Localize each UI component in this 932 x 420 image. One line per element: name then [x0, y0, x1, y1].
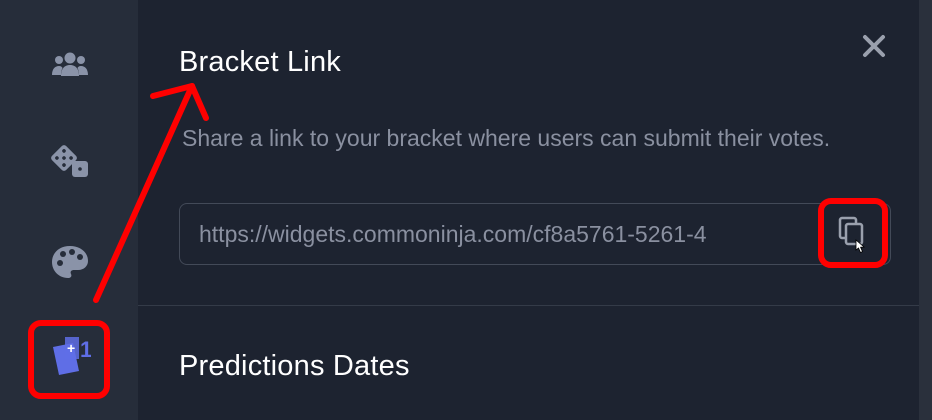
sidebar: + 1 [0, 0, 138, 420]
bracket-link-field [179, 203, 891, 265]
sidebar-item-design[interactable] [44, 240, 96, 284]
close-icon [863, 35, 885, 57]
dice-icon [51, 145, 88, 177]
bracket-link-input[interactable] [199, 204, 819, 264]
sidebar-item-share[interactable]: + 1 [44, 334, 96, 378]
bracket-link-title: Bracket Link [179, 46, 341, 78]
copy-link-button[interactable] [820, 210, 886, 258]
sidebar-item-games[interactable] [44, 140, 96, 184]
copy-icon [838, 216, 865, 254]
svg-text:+: + [67, 340, 75, 356]
palette-icon [52, 246, 88, 278]
section-divider [138, 305, 919, 306]
sidebar-item-participants[interactable] [44, 42, 96, 86]
svg-text:1: 1 [80, 337, 91, 362]
predictions-dates-title: Predictions Dates [179, 350, 410, 382]
users-icon [52, 52, 88, 76]
add-vote-icon: + 1 [53, 337, 91, 375]
panel-edge [919, 0, 932, 420]
bracket-link-description: Share a link to your bracket where users… [182, 125, 831, 151]
close-button[interactable] [858, 30, 890, 62]
